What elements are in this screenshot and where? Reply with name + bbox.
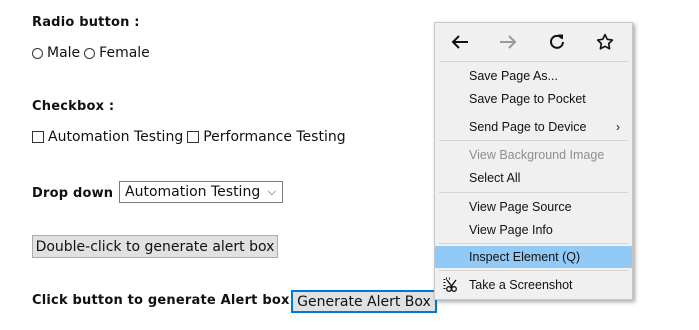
context-menu: Save Page As... Save Page to Pocket Send…: [434, 22, 633, 300]
star-icon[interactable]: [593, 31, 617, 53]
menu-separator: [439, 61, 628, 62]
checkbox-performance[interactable]: [187, 131, 200, 143]
menu-item-label: Save Page As...: [469, 69, 558, 83]
menu-item-take-screenshot[interactable]: Take a Screenshot: [435, 274, 632, 296]
screenshot-scissors-icon: [443, 277, 459, 293]
radio-male[interactable]: [32, 47, 43, 59]
menu-item-send-to-device[interactable]: Send Page to Device ›: [435, 116, 632, 138]
menu-item-select-all[interactable]: Select All: [435, 167, 632, 189]
dropdown-label: Drop down :: [32, 186, 124, 201]
arrow-right-icon[interactable]: [496, 31, 520, 53]
menu-item-label: View Background Image: [469, 148, 605, 162]
radio-male-label: Male: [47, 45, 81, 61]
radio-female[interactable]: [84, 47, 96, 59]
menu-separator: [439, 243, 628, 244]
chevron-down-icon: ⌵: [267, 185, 276, 198]
practice-page: Radio button : Male Female Checkbox : Au…: [0, 0, 699, 330]
menu-item-view-background-image: View Background Image: [435, 144, 632, 166]
menu-item-label: Take a Screenshot: [469, 278, 573, 292]
dropdown-selected-value: Automation Testing: [125, 184, 261, 200]
menu-item-label: Send Page to Device: [469, 120, 587, 134]
reload-icon[interactable]: [545, 31, 569, 53]
menu-item-inspect-element[interactable]: Inspect Element (Q): [435, 246, 632, 268]
checkbox-section-label: Checkbox :: [32, 99, 115, 114]
generate-alert-button[interactable]: Generate Alert Box: [291, 290, 437, 313]
menu-separator: [439, 270, 628, 271]
menu-item-view-page-source[interactable]: View Page Source: [435, 196, 632, 218]
menu-separator: [439, 192, 628, 193]
checkbox-automation[interactable]: [32, 131, 44, 143]
menu-item-save-to-pocket[interactable]: Save Page to Pocket: [435, 88, 632, 110]
menu-item-label: Select All: [469, 171, 521, 185]
dropdown-select[interactable]: Automation Testing ⌵: [119, 181, 283, 203]
checkbox-automation-label: Automation Testing: [48, 129, 184, 145]
menu-item-label: Inspect Element (Q): [469, 250, 581, 264]
alert-section-label: Click button to generate Alert box :: [32, 293, 300, 308]
chevron-right-icon: ›: [616, 120, 620, 134]
arrow-left-icon[interactable]: [448, 31, 472, 53]
menu-separator: [439, 140, 628, 141]
menu-item-label: Save Page to Pocket: [469, 92, 586, 106]
menu-item-label: View Page Source: [469, 200, 572, 214]
context-menu-navbar: [435, 23, 632, 61]
double-click-button[interactable]: Double-click to generate alert box: [32, 235, 278, 258]
checkbox-group: Automation Testing Performance Testing: [32, 129, 350, 145]
menu-item-save-page-as[interactable]: Save Page As...: [435, 65, 632, 87]
radio-group: Male Female: [32, 45, 154, 61]
menu-item-view-page-info[interactable]: View Page Info: [435, 219, 632, 241]
menu-item-label: View Page Info: [469, 223, 553, 237]
radio-section-label: Radio button :: [32, 15, 140, 30]
radio-female-label: Female: [99, 45, 150, 61]
checkbox-performance-label: Performance Testing: [203, 129, 346, 145]
